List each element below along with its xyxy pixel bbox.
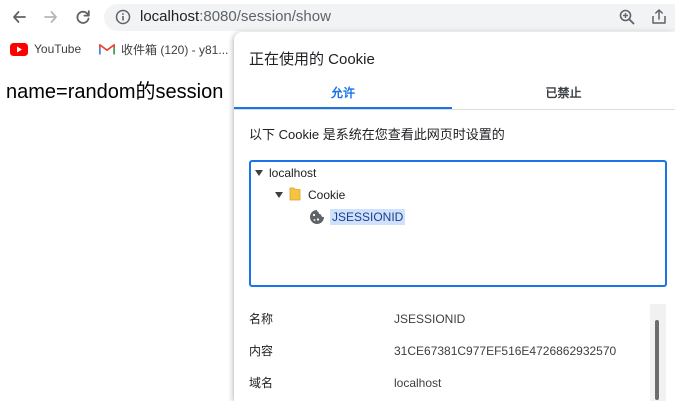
back-arrow-icon	[13, 11, 26, 23]
expand-triangle-icon[interactable]	[275, 192, 283, 198]
url-text[interactable]: localhost:8080/session/show	[140, 8, 331, 26]
tree-node-folder[interactable]: Cookie	[275, 186, 345, 204]
detail-label: 域名	[249, 376, 274, 390]
url-path: :8080/session/show	[199, 8, 331, 25]
cookie-details: 名称 JSESSIONID 内容 31CE67381C977EF516E4726…	[234, 302, 675, 401]
tree-node-cookie[interactable]: JSESSIONID	[309, 208, 406, 226]
bookmark-label: YouTube	[34, 42, 82, 56]
reload-icon	[76, 10, 90, 24]
cookie-tree[interactable]: localhost Cookie JSESSIONID	[249, 160, 667, 287]
youtube-icon	[10, 42, 28, 56]
tree-node-label: Cookie	[308, 188, 346, 202]
browser-toolbar: localhost:8080/session/show	[0, 0, 675, 34]
cookies-in-use-dialog: 正在使用的 Cookie 允许 已禁止 以下 Cookie 是系统在您查看此网页…	[234, 32, 675, 401]
scrollbar-thumb[interactable]	[655, 320, 659, 400]
bookmark-gmail[interactable]: 收件箱 (120) - y81...	[99, 40, 228, 58]
tree-node-site[interactable]: localhost	[255, 164, 316, 182]
tab-divider	[234, 109, 675, 110]
tree-node-label-selected: JSESSIONID	[330, 209, 406, 225]
site-info-icon[interactable]	[114, 8, 132, 26]
tree-node-label: localhost	[269, 166, 317, 180]
share-icon[interactable]	[650, 8, 668, 26]
gmail-icon	[99, 43, 115, 55]
url-host: localhost	[140, 8, 200, 25]
expand-triangle-icon[interactable]	[255, 170, 263, 176]
bookmark-youtube[interactable]: YouTube	[10, 40, 81, 58]
back-button[interactable]	[8, 6, 30, 28]
bookmark-label: 收件箱 (120) - y81...	[121, 42, 229, 57]
address-bar[interactable]: localhost:8080/session/show	[104, 4, 675, 31]
detail-value: 31CE67381C977EF516E4726862932570	[394, 344, 617, 358]
zoom-icon[interactable]	[618, 8, 636, 26]
reload-button[interactable]	[72, 6, 94, 28]
detail-label: 名称	[249, 312, 274, 326]
forward-arrow-icon	[44, 11, 57, 23]
detail-value: JSESSIONID	[394, 312, 466, 326]
detail-value: localhost	[394, 376, 442, 390]
folder-icon	[289, 187, 301, 204]
forward-button[interactable]	[40, 6, 62, 28]
cookie-icon	[309, 209, 325, 225]
detail-label: 内容	[249, 344, 274, 358]
tab-blocked[interactable]: 已禁止	[452, 84, 675, 110]
cookies-description: 以下 Cookie 是系统在您查看此网页时设置的	[249, 127, 505, 142]
page-body-text: name=random的session	[6, 81, 224, 103]
dialog-title: 正在使用的 Cookie	[249, 51, 375, 68]
